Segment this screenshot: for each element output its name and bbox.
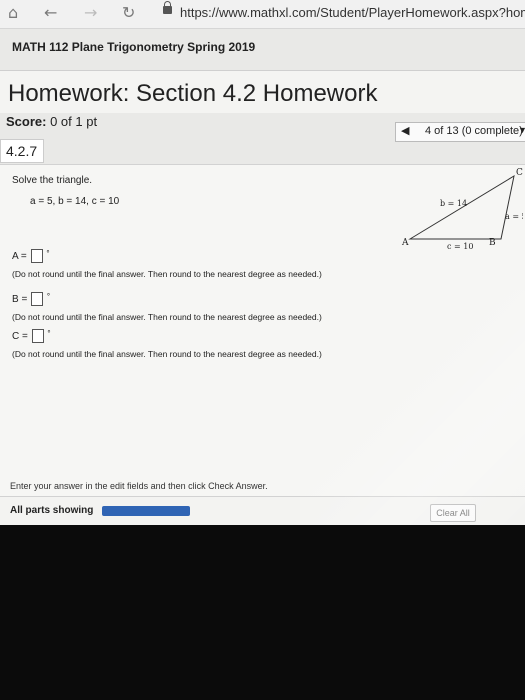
answer-b-label: B = xyxy=(12,293,28,305)
degree-symbol: ° xyxy=(46,292,51,301)
side-c-label: c = 10 xyxy=(447,242,473,251)
monitor-bezel xyxy=(0,525,525,700)
problem-number: 4.2.7 xyxy=(0,139,44,163)
answer-a-row: A = ° xyxy=(12,249,50,263)
answer-a-hint: (Do not round until the final answer. Th… xyxy=(12,269,322,279)
answer-b-row: B = ° xyxy=(12,292,50,306)
triangle-diagram: A B C b = 14 a = 5 c = 10 xyxy=(401,168,523,251)
degree-symbol: ° xyxy=(46,249,50,258)
answer-a-label: A = xyxy=(12,250,27,262)
reload-icon[interactable]: ↻ xyxy=(122,3,135,22)
degree-symbol: ° xyxy=(47,329,51,338)
score-value: 0 of 1 pt xyxy=(50,114,98,129)
address-bar[interactable]: https://www.mathxl.com/Student/PlayerHom… xyxy=(180,5,525,20)
answer-b-hint: (Do not round until the final answer. Th… xyxy=(12,312,322,322)
question-navigator[interactable]: ◀ 4 of 13 (0 complete) ▼ xyxy=(395,122,525,142)
parts-progress-bar xyxy=(102,506,190,516)
problem-instruction: Solve the triangle. xyxy=(12,175,93,186)
answer-c-row: C = ° xyxy=(12,329,51,343)
all-parts-label: All parts showing xyxy=(10,505,94,516)
browser-toolbar: ⌂ ← → ↻ https://www.mathxl.com/Student/P… xyxy=(0,0,525,29)
clear-all-button[interactable]: Clear All xyxy=(430,504,476,522)
answer-c-label: C = xyxy=(12,330,28,342)
footer-instruction: Enter your answer in the edit fields and… xyxy=(10,481,268,491)
course-title: MATH 112 Plane Trigonometry Spring 2019 xyxy=(12,40,256,54)
vertex-b-label: B xyxy=(489,238,496,248)
side-a-label: a = 5 xyxy=(505,212,523,221)
answer-a-input[interactable] xyxy=(30,249,43,263)
page-title: Homework: Section 4.2 Homework xyxy=(8,80,378,107)
given-values: a = 5, b = 14, c = 10 xyxy=(30,196,120,207)
answer-c-hint: (Do not round until the final answer. Th… xyxy=(12,349,322,359)
answer-c-input[interactable] xyxy=(31,329,44,343)
problem-number-label: 4.2.7 xyxy=(6,143,38,159)
vertex-c-label: C xyxy=(516,168,523,178)
lock-icon xyxy=(163,1,172,14)
home-icon[interactable]: ⌂ xyxy=(8,3,18,22)
dropdown-triangle-icon[interactable]: ▼ xyxy=(518,125,525,135)
mathxl-screen: ⌂ ← → ↻ https://www.mathxl.com/Student/P… xyxy=(0,0,525,525)
page-header: Homework: Section 4.2 Homework xyxy=(0,70,525,113)
side-b-label: b = 14 xyxy=(440,199,467,208)
score-label: Score: xyxy=(6,114,47,129)
question-position: 4 of 13 (0 complete) xyxy=(425,125,523,137)
answer-b-input[interactable] xyxy=(31,292,44,306)
vertex-a-label: A xyxy=(401,238,409,248)
score: Score: 0 of 1 pt xyxy=(6,114,97,129)
forward-arrow-icon[interactable]: → xyxy=(84,3,97,22)
back-arrow-icon[interactable]: ← xyxy=(44,3,57,22)
prev-triangle-icon[interactable]: ◀ xyxy=(401,124,409,137)
footer-bar: All parts showing Clear All xyxy=(0,496,525,525)
